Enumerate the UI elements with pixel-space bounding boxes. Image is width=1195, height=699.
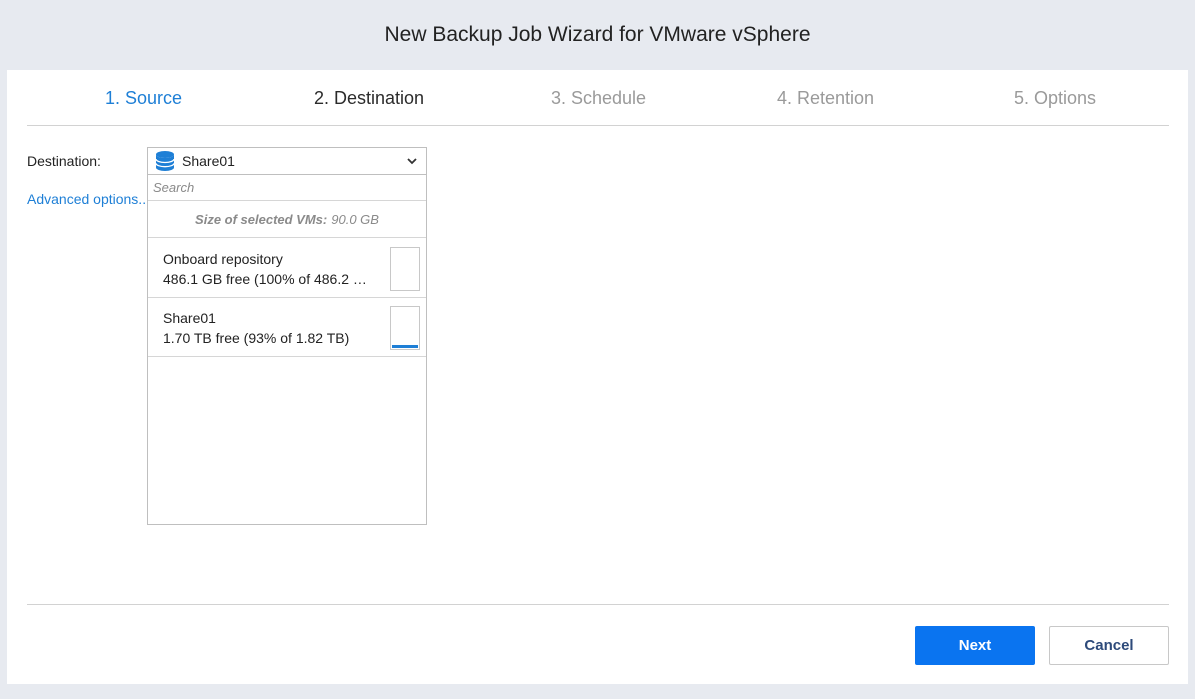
- search-input[interactable]: [148, 175, 426, 201]
- storage-gauge: [390, 247, 420, 291]
- storage-gauge-fill: [392, 345, 418, 348]
- step-retention[interactable]: 4. Retention: [777, 88, 874, 109]
- size-label: Size of selected VMs:: [195, 211, 328, 227]
- destination-select[interactable]: Share01: [147, 147, 427, 175]
- destination-label: Destination:: [27, 153, 101, 169]
- selected-size: Size of selected VMs: 90.0 GB: [148, 201, 426, 238]
- repository-name: Onboard repository: [163, 251, 283, 267]
- step-options[interactable]: 5. Options: [1014, 88, 1096, 109]
- step-schedule[interactable]: 3. Schedule: [551, 88, 646, 109]
- wizard-title: New Backup Job Wizard for VMware vSphere: [384, 23, 811, 46]
- chevron-down-icon: [407, 158, 417, 165]
- next-button[interactable]: Next: [915, 626, 1035, 665]
- repository-item-onboard[interactable]: Onboard repository 486.1 GB free (100% o…: [148, 239, 426, 298]
- step-source[interactable]: 1. Source: [105, 88, 182, 109]
- repository-free-space: 1.70 TB free (93% of 1.82 TB): [163, 330, 350, 346]
- wizard-steps: 1. Source 2. Destination 3. Schedule 4. …: [27, 70, 1169, 126]
- repository-name: Share01: [163, 310, 216, 326]
- repository-free-space: 486.1 GB free (100% of 486.2 GB): [163, 271, 373, 287]
- size-value: 90.0 GB: [331, 211, 379, 227]
- destination-value: Share01: [182, 153, 235, 169]
- destination-dropdown: Size of selected VMs: 90.0 GB Onboard re…: [147, 175, 427, 525]
- cancel-button[interactable]: Cancel: [1049, 626, 1169, 665]
- footer-divider: [27, 604, 1169, 605]
- database-icon: [155, 151, 175, 171]
- advanced-options-link[interactable]: Advanced options...: [27, 191, 150, 207]
- repository-item-share01[interactable]: Share01 1.70 TB free (93% of 1.82 TB): [148, 298, 426, 357]
- wizard-panel: 1. Source 2. Destination 3. Schedule 4. …: [7, 70, 1188, 684]
- step-destination[interactable]: 2. Destination: [314, 88, 424, 109]
- storage-gauge: [390, 306, 420, 350]
